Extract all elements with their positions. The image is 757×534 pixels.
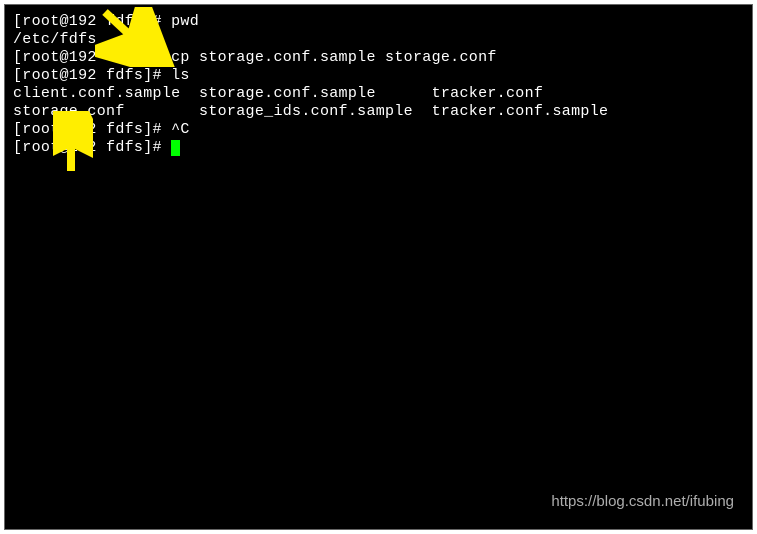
command-text: pwd <box>171 13 199 30</box>
shell-prompt: [root@192 fdfs]# <box>13 67 171 84</box>
terminal-line: [root@192 fdfs]# cp storage.conf.sample … <box>13 49 744 67</box>
terminal-line: [root@192 fdfs]# <box>13 139 744 157</box>
command-text: ls <box>171 67 190 84</box>
terminal-window[interactable]: [root@192 fdfs]# pwd /etc/fdfs [root@192… <box>4 4 753 530</box>
output-text: storage.conf storage_ids.conf.sample tra… <box>13 103 608 120</box>
terminal-line: storage.conf storage_ids.conf.sample tra… <box>13 103 744 121</box>
terminal-line: [root@192 fdfs]# ^C <box>13 121 744 139</box>
command-text: cp storage.conf.sample storage.conf <box>171 49 497 66</box>
watermark-text: https://blog.csdn.net/ifubing <box>551 493 734 511</box>
shell-prompt: [root@192 fdfs]# <box>13 139 171 156</box>
cursor-block <box>171 140 180 156</box>
shell-prompt: [root@192 fdfs]# <box>13 49 171 66</box>
command-text: ^C <box>171 121 190 138</box>
terminal-line: /etc/fdfs <box>13 31 744 49</box>
output-text: /etc/fdfs <box>13 31 97 48</box>
output-text: client.conf.sample storage.conf.sample t… <box>13 85 543 102</box>
terminal-line: client.conf.sample storage.conf.sample t… <box>13 85 744 103</box>
shell-prompt: [root@192 fdfs]# <box>13 13 171 30</box>
shell-prompt: [root@192 fdfs]# <box>13 121 171 138</box>
terminal-line: [root@192 fdfs]# ls <box>13 67 744 85</box>
terminal-line: [root@192 fdfs]# pwd <box>13 13 744 31</box>
